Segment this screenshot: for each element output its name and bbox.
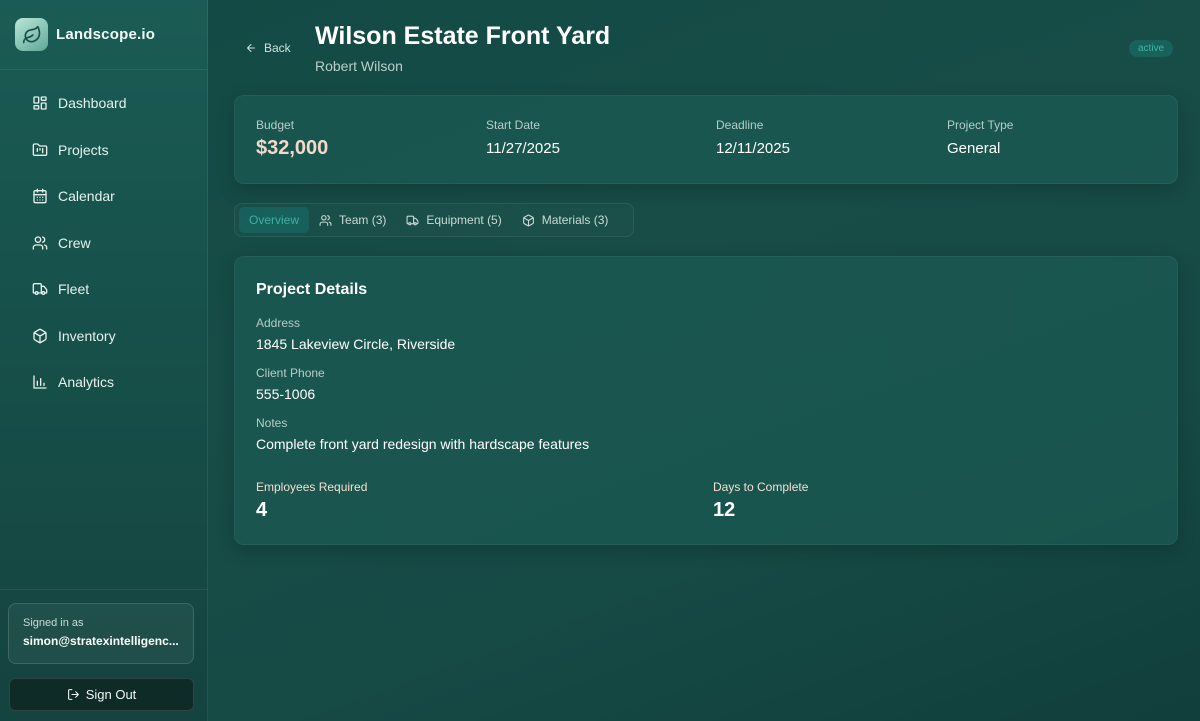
- sidebar-item-label: Analytics: [58, 374, 115, 391]
- tab-label: Overview: [249, 213, 300, 227]
- budget-value: $32,000: [256, 137, 329, 159]
- notes-field: Notes Complete front yard redesign with …: [256, 416, 589, 452]
- sign-out-button[interactable]: Sign Out: [9, 678, 194, 711]
- client-name: Robert Wilson: [315, 58, 403, 74]
- brand-name: Landscope.io: [56, 26, 156, 43]
- section-title: Project Details: [256, 281, 368, 298]
- address-field: Address 1845 Lakeview Circle, Riverside: [256, 316, 455, 352]
- sidebar: Landscope.io Dashboard Projects Calendar…: [0, 0, 208, 721]
- log-out-icon: [67, 689, 79, 700]
- folder-icon: [32, 143, 48, 156]
- project-tabs: Overview Team (3) Equipment (5) Material…: [234, 203, 634, 237]
- start-date-value: 11/27/2025: [486, 140, 560, 157]
- sidebar-item-label: Calendar: [58, 188, 115, 205]
- address-value: 1845 Lakeview Circle, Riverside: [256, 336, 456, 352]
- tab-label: Equipment (5): [426, 213, 502, 227]
- project-type-label: Project Type: [947, 118, 1014, 132]
- budget-stat: Budget $32,000: [256, 118, 328, 160]
- users-icon: [319, 214, 332, 226]
- status-badge: active: [1129, 40, 1174, 57]
- start-date-label: Start Date: [486, 118, 541, 132]
- users-icon: [32, 236, 48, 250]
- sidebar-item-fleet[interactable]: Fleet: [0, 266, 207, 313]
- sidebar-nav: Dashboard Projects Calendar Crew Fleet I…: [0, 70, 207, 406]
- truck-icon: [32, 283, 48, 296]
- deadline-stat: Deadline 12/11/2025: [716, 118, 790, 157]
- project-type-stat: Project Type General: [947, 118, 1013, 157]
- start-date-stat: Start Date 11/27/2025: [486, 118, 560, 157]
- client-phone-label: Client Phone: [256, 366, 325, 380]
- client-phone-field: Client Phone 555-1006: [256, 366, 325, 402]
- tab-team[interactable]: Team (3): [309, 207, 396, 233]
- project-summary-card: Budget $32,000 Start Date 11/27/2025 Dea…: [234, 95, 1178, 184]
- user-email: simon@stratexintelligenc...: [23, 634, 179, 648]
- arrow-left-icon: [247, 44, 255, 52]
- page-title: Wilson Estate Front Yard: [315, 22, 611, 50]
- sidebar-item-crew[interactable]: Crew: [0, 220, 207, 267]
- sidebar-item-label: Dashboard: [58, 95, 127, 112]
- tab-equipment[interactable]: Equipment (5): [396, 207, 511, 233]
- truck-icon: [406, 215, 419, 225]
- deadline-label: Deadline: [716, 118, 764, 132]
- leaf-logo-icon: [15, 18, 48, 51]
- bar-chart-icon: [33, 375, 47, 389]
- notes-label: Notes: [256, 416, 288, 430]
- sidebar-item-dashboard[interactable]: Dashboard: [0, 80, 207, 127]
- project-details-card: Project Details Address 1845 Lakeview Ci…: [234, 256, 1178, 545]
- sidebar-divider: [0, 589, 208, 590]
- sidebar-item-label: Projects: [58, 141, 109, 158]
- tab-label: Materials (3): [541, 213, 609, 227]
- client-phone-value: 555-1006: [256, 386, 316, 402]
- deadline-value: 12/11/2025: [716, 140, 790, 157]
- project-type-value: General: [947, 140, 1001, 157]
- signed-in-label: Signed in as: [23, 617, 84, 629]
- user-card: Signed in as simon@stratexintelligenc...: [8, 603, 194, 664]
- sidebar-item-inventory[interactable]: Inventory: [0, 313, 207, 360]
- employees-required-metric: Employees Required 4: [256, 480, 367, 522]
- budget-label: Budget: [256, 118, 295, 132]
- calendar-icon: [33, 188, 47, 204]
- tab-materials[interactable]: Materials (3): [512, 207, 619, 233]
- days-to-complete-value: 12: [713, 499, 736, 521]
- dashboard-icon: [33, 96, 47, 110]
- sidebar-item-label: Crew: [58, 234, 91, 251]
- employees-required-value: 4: [256, 499, 268, 521]
- tab-overview[interactable]: Overview: [239, 207, 310, 233]
- notes-value: Complete front yard redesign with hardsc…: [256, 436, 590, 452]
- sidebar-item-label: Fleet: [58, 281, 90, 298]
- sign-out-label: Sign Out: [85, 687, 137, 702]
- sidebar-item-projects[interactable]: Projects: [0, 127, 207, 174]
- box-icon: [33, 328, 47, 344]
- box-icon: [522, 214, 534, 226]
- back-label: Back: [264, 41, 291, 55]
- address-label: Address: [256, 316, 301, 330]
- sidebar-item-label: Inventory: [58, 327, 116, 344]
- back-button[interactable]: Back: [245, 41, 291, 55]
- tab-label: Team (3): [339, 213, 387, 227]
- brand[interactable]: Landscope.io: [0, 0, 207, 70]
- employees-required-label: Employees Required: [256, 480, 368, 494]
- days-to-complete-label: Days to Complete: [713, 480, 809, 494]
- sidebar-item-calendar[interactable]: Calendar: [0, 173, 207, 220]
- days-to-complete-metric: Days to Complete 12: [713, 480, 808, 522]
- sidebar-item-analytics[interactable]: Analytics: [0, 359, 207, 406]
